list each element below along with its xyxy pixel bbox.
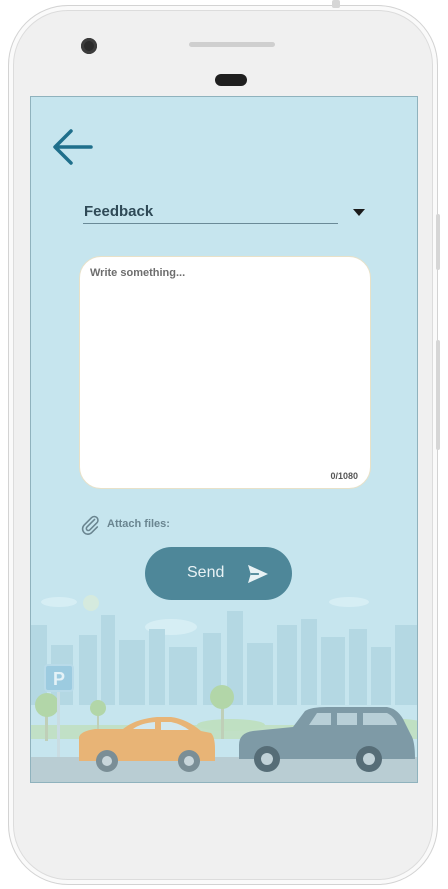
parking-sign-letter: P <box>53 669 65 689</box>
category-dropdown[interactable]: Feedback <box>83 201 365 225</box>
send-button-label: Send <box>187 564 225 581</box>
message-box: 0/1080 <box>79 256 371 489</box>
char-counter: 0/1080 <box>330 471 358 481</box>
category-selected-value: Feedback <box>84 203 154 220</box>
proximity-sensor <box>215 74 247 86</box>
attach-files-label: Attach files: <box>107 518 170 530</box>
volume-button <box>436 340 440 450</box>
earpiece-speaker <box>189 42 275 47</box>
back-button[interactable] <box>51 125 95 169</box>
front-camera <box>81 38 97 54</box>
city-parking-illustration: P <box>31 595 417 782</box>
power-button <box>436 214 440 270</box>
paperclip-icon <box>81 515 99 535</box>
app-screen: Feedback 0/1080 Attach files: Send <box>30 96 418 783</box>
arrow-left-icon <box>53 129 93 165</box>
dropdown-underline <box>83 223 338 224</box>
message-input[interactable] <box>90 267 358 457</box>
top-notch <box>332 0 340 8</box>
caret-down-icon[interactable] <box>353 209 365 216</box>
paper-plane-icon <box>248 564 268 584</box>
